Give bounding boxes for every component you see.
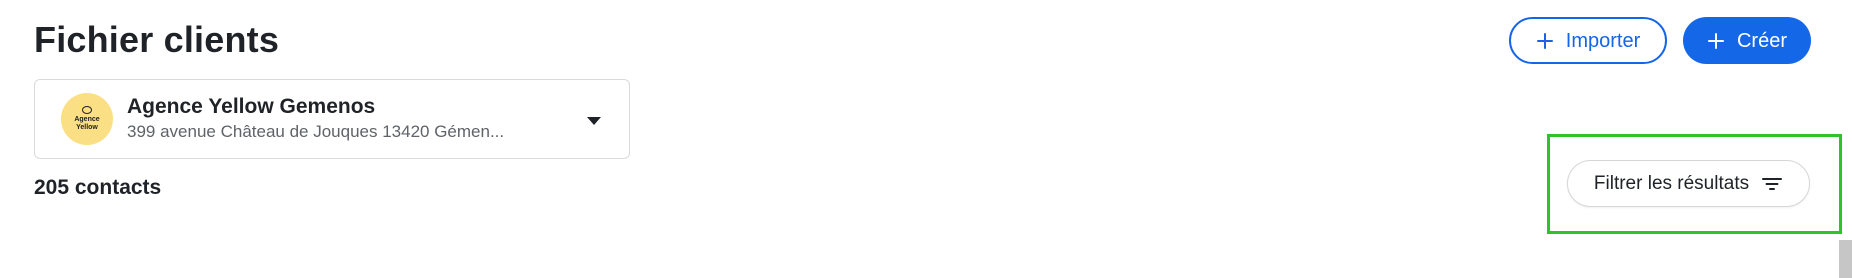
caret-down-icon[interactable]	[587, 117, 601, 125]
agency-logo-mark	[82, 106, 92, 114]
filter-results-label: Filtrer les résultats	[1593, 172, 1750, 194]
create-button-label: Créer	[1736, 29, 1787, 52]
agency-selector[interactable]: Agence Yellow Agence Yellow Gemenos 399 …	[34, 79, 630, 159]
contacts-count: 205 contacts	[34, 176, 162, 199]
page-title: Fichier clients	[34, 19, 280, 60]
import-button-label: Importer	[1565, 29, 1641, 52]
agency-address: 399 avenue Château de Jouques 13420 Géme…	[127, 122, 505, 141]
plus-icon	[1536, 32, 1553, 49]
import-button[interactable]: Importer	[1509, 17, 1667, 64]
create-button[interactable]: Créer	[1683, 17, 1811, 64]
page: Fichier clients Importer Créer Agence Ye…	[0, 0, 1852, 278]
agency-logo: Agence Yellow	[61, 93, 113, 145]
scrollbar-thumb[interactable]	[1839, 240, 1852, 278]
agency-name: Agence Yellow Gemenos	[127, 95, 376, 118]
agency-logo-line2: Yellow	[76, 124, 98, 131]
filter-icon	[1762, 177, 1783, 190]
agency-logo-line1: Agence	[74, 116, 100, 123]
plus-icon	[1707, 32, 1724, 49]
filter-results-button[interactable]: Filtrer les résultats	[1567, 160, 1810, 207]
